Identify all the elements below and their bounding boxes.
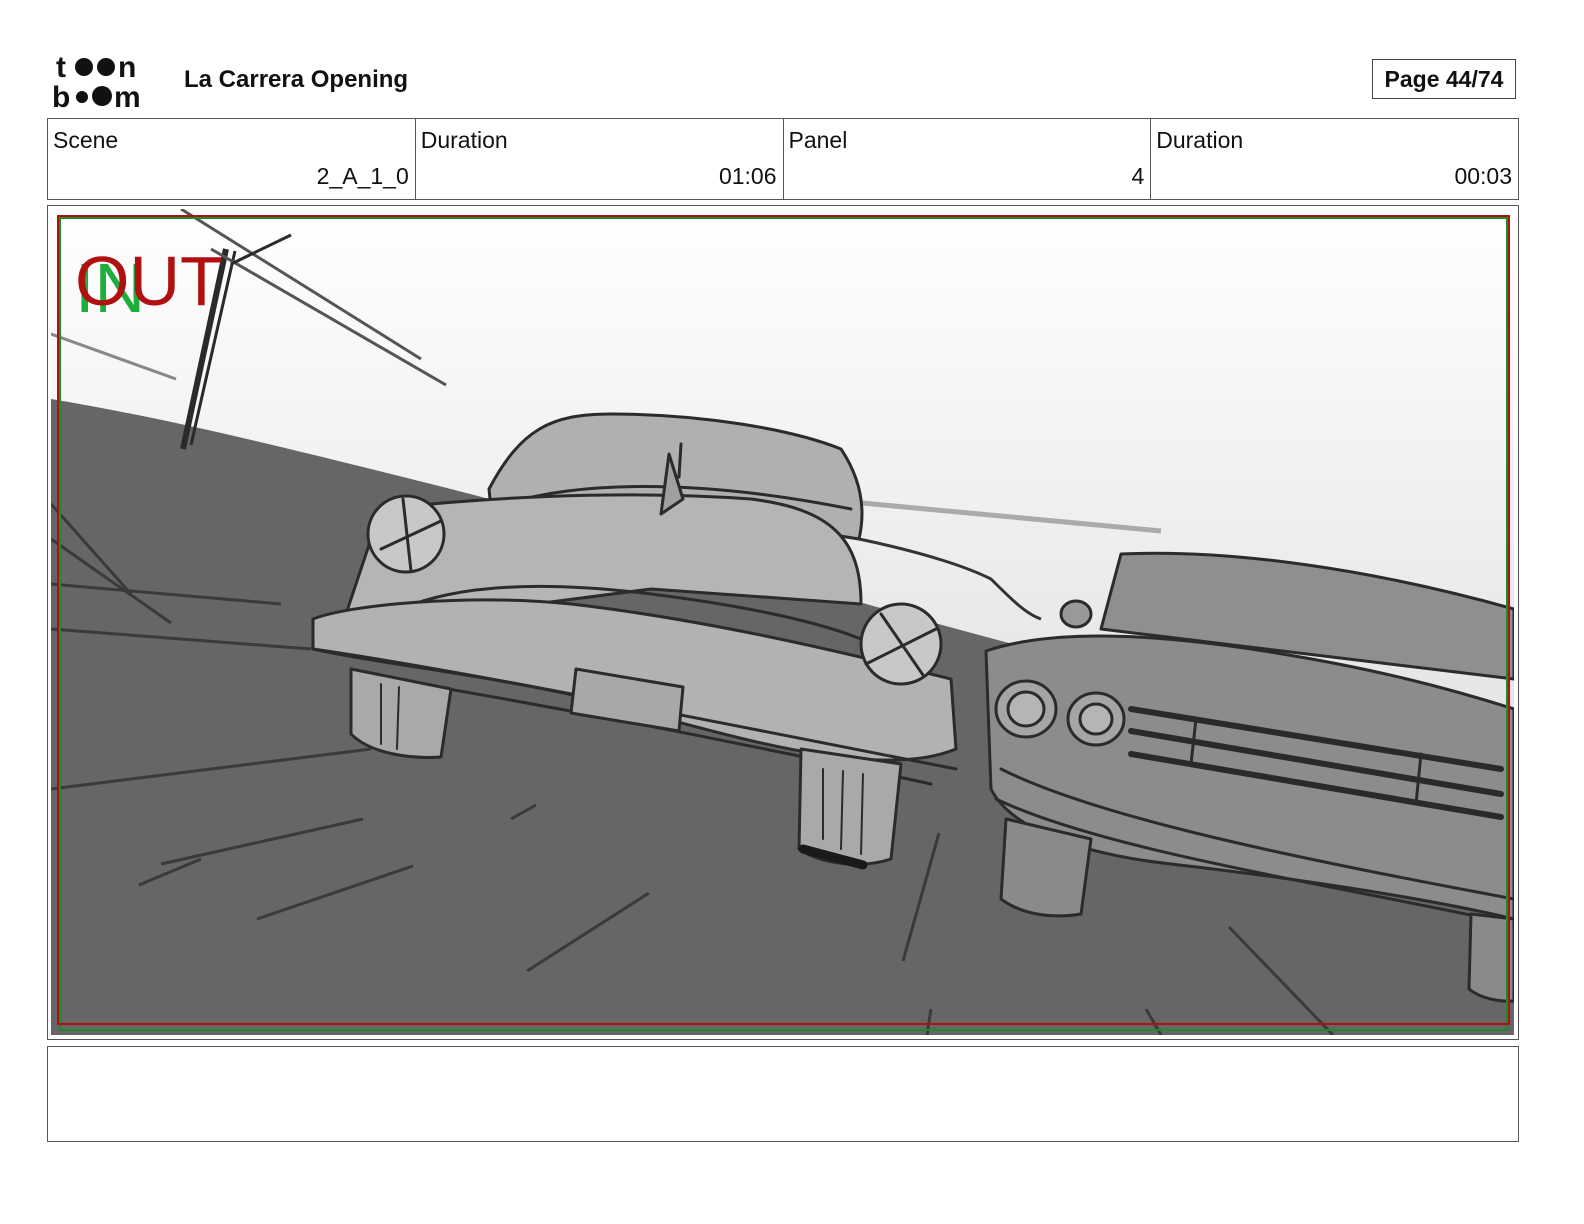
page-indicator: Page 44/74 xyxy=(1372,59,1516,99)
panel-label: Panel xyxy=(788,127,848,153)
scene-cell: Scene 2_A_1_0 xyxy=(48,119,416,199)
panel-notes xyxy=(47,1046,1519,1142)
out-marker: OUT xyxy=(75,242,223,320)
storyboard-panel: IN OUT xyxy=(47,205,1519,1040)
scene-info-table: Scene 2_A_1_0 Duration 01:06 Panel 4 Dur… xyxy=(47,118,1519,200)
panel-duration-cell: Duration 00:03 xyxy=(1151,119,1518,199)
panel-cell: Panel 4 xyxy=(784,119,1152,199)
panel-duration-label: Duration xyxy=(1156,127,1244,153)
scene-value: 2_A_1_0 xyxy=(316,163,409,189)
document-title: La Carrera Opening xyxy=(184,66,409,93)
svg-text:m: m xyxy=(114,81,141,110)
panel-value: 4 xyxy=(1131,163,1145,189)
panel-duration-value: 00:03 xyxy=(1454,163,1512,189)
scene-duration-value: 01:06 xyxy=(718,163,777,189)
svg-text:n: n xyxy=(118,51,136,84)
scene-duration-label: Duration xyxy=(420,127,508,153)
storyboard-sketch: IN OUT xyxy=(51,209,1514,1035)
scene-duration-cell: Duration 01:06 xyxy=(416,119,784,199)
toonboom-logo: t n b m xyxy=(52,50,164,114)
svg-text:t: t xyxy=(56,51,66,84)
svg-text:b: b xyxy=(52,81,70,110)
scene-label: Scene xyxy=(53,127,119,153)
